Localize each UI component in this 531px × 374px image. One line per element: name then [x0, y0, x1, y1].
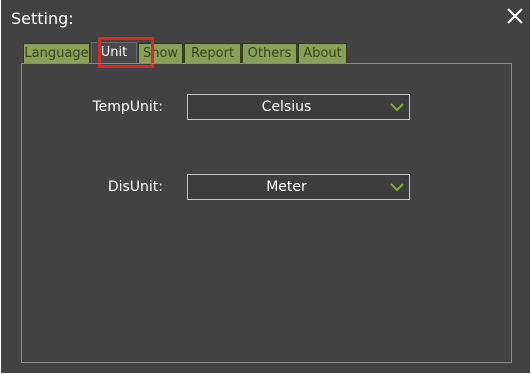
tab-others[interactable]: Others — [242, 43, 297, 64]
tab-about[interactable]: About — [298, 43, 347, 64]
tab-unit[interactable]: Unit — [91, 42, 137, 64]
temp-unit-select[interactable]: Celsius — [187, 94, 410, 120]
close-button[interactable] — [502, 3, 528, 29]
dis-unit-label: DisUnit: — [107, 179, 163, 195]
tab-report[interactable]: Report — [184, 43, 241, 64]
dialog-title: Setting: — [11, 9, 74, 28]
dis-unit-value: Meter — [266, 179, 307, 195]
chevron-down-icon — [389, 100, 405, 114]
tab-show[interactable]: Show — [138, 43, 183, 64]
temp-unit-value: Celsius — [261, 99, 312, 115]
close-icon — [502, 3, 528, 29]
tab-bar: Language Unit Show Report Others About — [23, 42, 348, 64]
tab-language[interactable]: Language — [23, 43, 90, 64]
settings-dialog: Setting: Language Unit Show Report Other… — [1, 0, 530, 373]
chevron-down-icon — [389, 180, 405, 194]
dis-unit-select[interactable]: Meter — [187, 174, 410, 200]
temp-unit-label: TempUnit: — [92, 99, 163, 115]
